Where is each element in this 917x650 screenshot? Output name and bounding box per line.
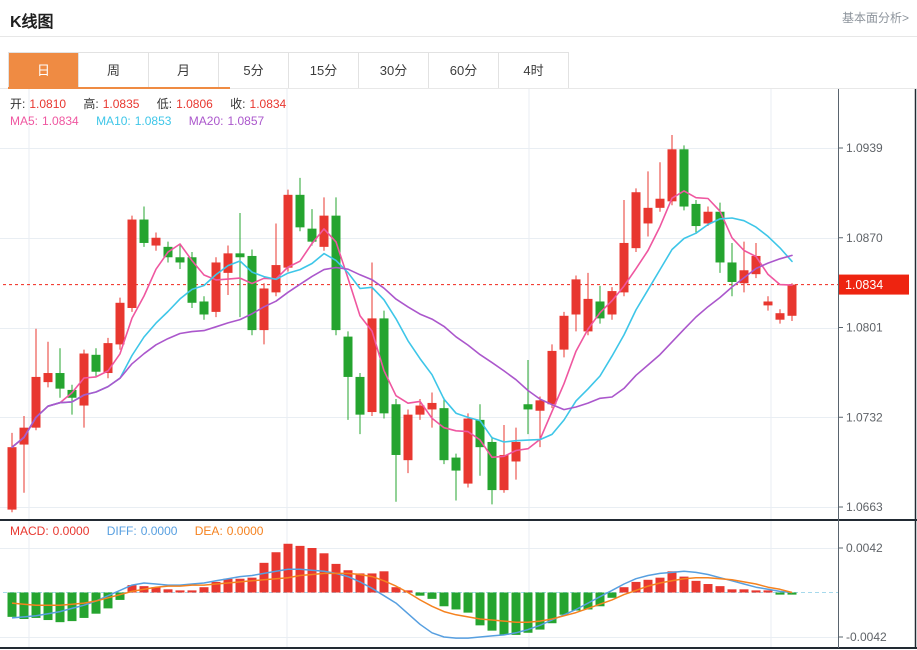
svg-text:1.0870: 1.0870	[846, 231, 883, 245]
tab-日[interactable]: 日	[9, 53, 79, 88]
macd-label: MACD:	[10, 524, 49, 538]
dea-label: DEA:	[194, 524, 223, 538]
low-value: 1.0806	[176, 97, 213, 111]
header: K线图 基本面分析>	[0, 0, 917, 37]
tab-bar: 日周月 5分 15分 30分 60分 4时	[8, 52, 569, 88]
tab-周[interactable]: 周	[79, 53, 149, 88]
diff-value: 0.0000	[140, 524, 178, 538]
close-value: 1.0834	[249, 97, 287, 111]
svg-text:-0.0042: -0.0042	[846, 630, 887, 644]
open-value: 1.0810	[29, 97, 67, 111]
ma5-label: MA5:	[10, 114, 39, 128]
fundamental-analysis-link[interactable]: 基本面分析>	[842, 9, 909, 26]
high-label: 高:	[83, 97, 99, 111]
ma20-value: 1.0857	[227, 114, 265, 128]
tab-30分[interactable]: 30分	[359, 53, 429, 88]
ma-legend: MA5: 1.0834 MA10: 1.0853 MA20: 1.0857	[10, 114, 268, 128]
tab-60分[interactable]: 60分	[429, 53, 499, 88]
svg-text:1.0663: 1.0663	[846, 500, 883, 514]
tab-4时[interactable]: 4时	[499, 53, 568, 88]
svg-text:0.0042: 0.0042	[846, 541, 883, 555]
ohlc-legend: 开: 1.0810 高: 1.0835 低: 1.0806 收: 1.0834	[10, 95, 290, 112]
page-title: K线图	[10, 14, 54, 31]
ma5-value: 1.0834	[42, 114, 79, 128]
kline-app: { "page": { "title": "K线图", "analysis_li…	[0, 0, 917, 650]
macd-legend: MACD: 0.0000 DIFF: 0.0000 DEA: 0.0000	[10, 524, 267, 538]
tab-active-underline	[8, 87, 230, 89]
svg-text:1.0801: 1.0801	[846, 321, 883, 335]
ma10-value: 1.0853	[134, 114, 172, 128]
tab-月[interactable]: 月	[149, 53, 219, 88]
svg-text:1.0834: 1.0834	[845, 278, 883, 292]
current-price-tag: 1.0834	[839, 274, 909, 295]
svg-text:1.0732: 1.0732	[846, 410, 883, 424]
close-label: 收:	[230, 97, 246, 111]
tab-5分[interactable]: 5分	[219, 53, 289, 88]
ma10-label: MA10:	[96, 114, 131, 128]
low-label: 低:	[156, 97, 173, 111]
tab-15分[interactable]: 15分	[289, 53, 359, 88]
open-label: 开:	[10, 97, 26, 111]
dea-value: 0.0000	[226, 524, 264, 538]
diff-label: DIFF:	[106, 524, 137, 538]
ma20-label: MA20:	[188, 114, 224, 128]
svg-text:1.0939: 1.0939	[846, 141, 883, 155]
high-value: 1.0835	[102, 97, 140, 111]
macd-value: 0.0000	[52, 524, 90, 538]
